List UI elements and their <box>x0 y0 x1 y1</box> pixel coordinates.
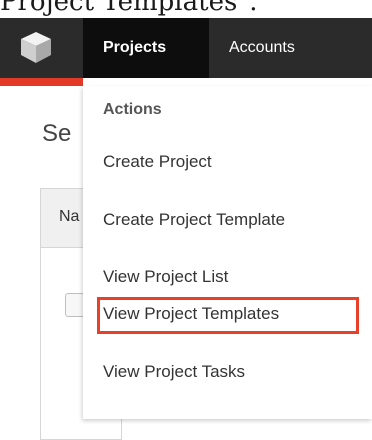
cube-logo-icon <box>21 32 51 63</box>
menu-item-create-project[interactable]: Create Project <box>103 152 212 172</box>
tab-projects[interactable]: Projects <box>83 18 209 78</box>
column-header-name[interactable]: Na <box>59 208 79 226</box>
menu-section-header: Actions <box>103 101 162 118</box>
highlight-box <box>97 297 359 334</box>
menu-item-create-project-template[interactable]: Create Project Template <box>103 210 285 230</box>
page-title: Se <box>42 120 72 147</box>
tab-accounts[interactable]: Accounts <box>209 18 295 78</box>
menu-item-view-project-tasks[interactable]: View Project Tasks <box>103 362 245 382</box>
logo[interactable] <box>0 18 83 78</box>
caption-text: Project Templates". <box>0 0 258 17</box>
projects-dropdown-menu: Actions Create Project Create Project Te… <box>83 86 372 419</box>
top-navbar: Projects Accounts <box>0 18 372 78</box>
menu-item-view-project-list[interactable]: View Project List <box>103 267 228 287</box>
active-tab-indicator <box>0 78 83 86</box>
